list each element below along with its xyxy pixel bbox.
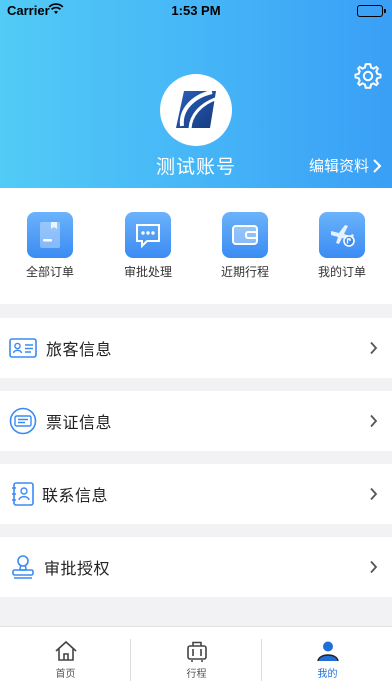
edit-profile-label: 编辑资料: [308, 157, 369, 175]
stamp-icon: [9, 553, 37, 581]
my-orders-button[interactable]: 我的订单: [302, 212, 382, 280]
chevron-right-icon: [373, 158, 382, 173]
app-logo: [160, 74, 232, 146]
chevron-right-icon: [370, 341, 378, 355]
quick-action-label: 我的订单: [317, 265, 366, 279]
recent-trips-button[interactable]: 近期行程: [205, 212, 285, 280]
ticket-icon: [9, 407, 37, 435]
battery-icon: [357, 5, 386, 17]
document-icon: [27, 212, 73, 258]
tab-trips[interactable]: 行程: [131, 639, 262, 680]
settings-gear-icon[interactable]: [353, 61, 383, 91]
approval-processing-button[interactable]: 审批处理: [108, 212, 188, 280]
menu-row-label: 票证信息: [46, 413, 113, 432]
profile-header: Carrier 1:53 PM 测试账号 编辑资料: [0, 0, 392, 188]
home-icon: [54, 640, 77, 661]
chevron-right-icon: [370, 560, 378, 574]
quick-action-label: 审批处理: [123, 265, 172, 279]
clock-label: 1:53 PM: [171, 3, 221, 18]
approval-authorization-row[interactable]: 审批授权: [0, 537, 392, 597]
id-card-icon: [9, 334, 37, 362]
bottom-tab-bar: 首页 行程 我的: [0, 626, 392, 696]
chevron-right-icon: [370, 414, 378, 428]
tab-label: 行程: [186, 669, 207, 680]
ticket-info-row[interactable]: 票证信息: [0, 391, 392, 451]
tab-mine[interactable]: 我的: [262, 639, 392, 680]
quick-action-label: 近期行程: [220, 265, 269, 279]
luggage-icon: [186, 641, 207, 662]
menu-row-label: 审批授权: [44, 559, 111, 578]
tab-label: 首页: [55, 669, 76, 680]
chat-bubble-icon: [125, 212, 171, 258]
plane-ticket-icon: [319, 212, 365, 258]
menu-row-label: 联系信息: [42, 486, 109, 505]
chevron-right-icon: [370, 487, 378, 501]
contact-book-icon: [9, 480, 37, 508]
tab-label: 我的: [317, 669, 338, 680]
menu-row-label: 旅客信息: [46, 340, 113, 359]
contact-info-row[interactable]: 联系信息: [0, 464, 392, 524]
quick-actions: 全部订单 审批处理 近期行程 我的订单: [0, 188, 392, 304]
all-orders-button[interactable]: 全部订单: [10, 212, 90, 280]
tab-home[interactable]: 首页: [0, 639, 131, 680]
wallet-icon: [222, 212, 268, 258]
traveler-info-row[interactable]: 旅客信息: [0, 318, 392, 378]
user-icon: [316, 641, 339, 662]
edit-profile-link[interactable]: 编辑资料: [309, 155, 382, 176]
status-bar: Carrier 1:53 PM: [0, 0, 392, 22]
quick-action-label: 全部订单: [25, 265, 74, 279]
